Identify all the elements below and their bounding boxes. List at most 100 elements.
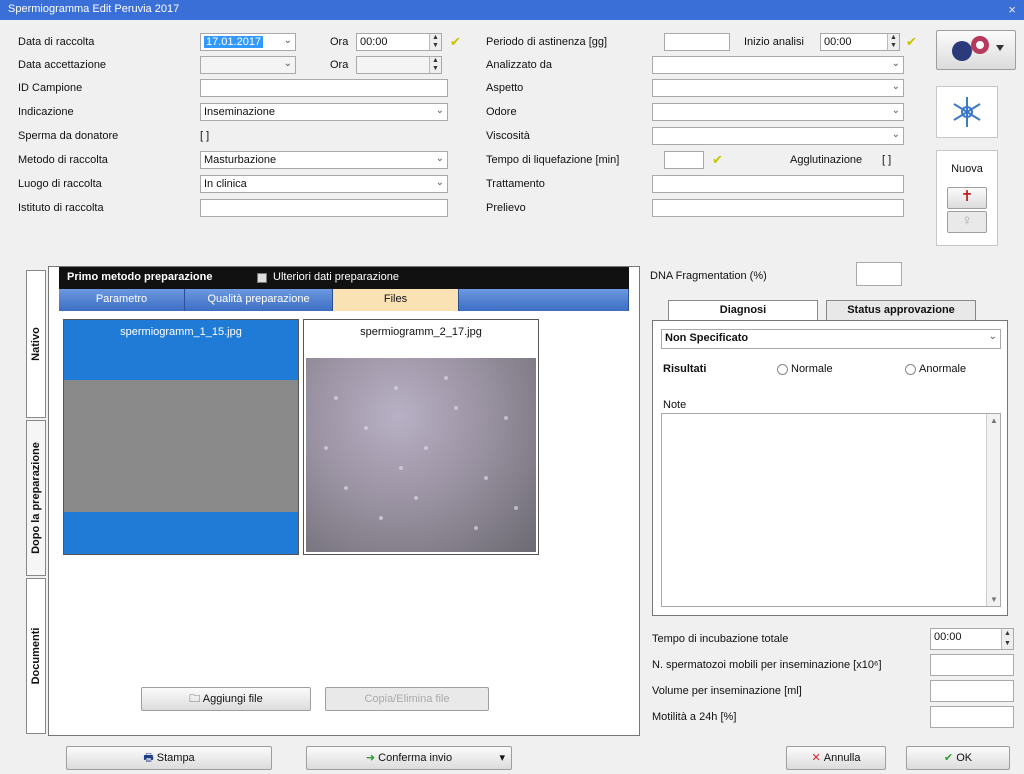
ora-spinner-icon[interactable]: ▲ ▼ [429,57,441,73]
chevron-down-icon[interactable]: ⌄ [892,58,900,69]
close-x-icon: ✕ [811,752,824,764]
tab-nativo[interactable]: Nativo [26,270,46,418]
spermatozoi-mobili-field[interactable] [930,654,1014,676]
tab-dopo-preparazione[interactable]: Dopo la preparazione [26,420,46,576]
tempo-incubazione-field[interactable]: 00:00 ▲ ▼ [930,628,1014,650]
tab-status-approvazione[interactable]: Status approvazione [826,300,976,320]
label-istituto-raccolta: Istituto di raccolta [18,202,104,214]
indicazione-select[interactable]: Inseminazione ⌄ [200,103,448,121]
arrow-right-icon: ➜ [365,752,379,764]
chevron-down-icon[interactable]: ⌄ [436,153,444,164]
scroll-down-icon[interactable]: ▼ [990,595,998,604]
chevron-down-icon[interactable]: ⌄ [892,81,900,92]
scroll-up-icon[interactable]: ▲ [990,416,998,425]
metodo-raccolta-select[interactable]: Masturbazione ⌄ [200,151,448,169]
radio-anormale[interactable]: Anormale [905,363,966,375]
add-file-icon: 🗀 [189,693,203,705]
ora-raccolta-field[interactable]: 00:00 ▲ ▼ [356,33,442,51]
inizio-spinner-icon[interactable]: ▲ ▼ [887,34,899,50]
tab-diagnosi[interactable]: Diagnosi [668,300,818,320]
file-thumbnail[interactable]: spermiogramm_1_15.jpg [63,319,299,555]
data-raccolta-field[interactable]: 17.01.2017 ⌄ [200,33,296,51]
add-male-button[interactable]: ✝ [947,187,987,209]
preparation-panel: Primo metodo preparazione Ulteriori dati… [48,266,640,736]
notes-textarea[interactable]: ▲ ▼ [661,413,1001,607]
tab-files[interactable]: Files [333,289,459,311]
chevron-down-icon[interactable]: ⌄ [989,331,997,342]
sample-image [64,380,298,512]
print-button[interactable]: 🖶 Stampa [66,746,272,770]
data-accettazione-field[interactable]: ⌄ [200,56,296,74]
add-female-button[interactable]: ♀ [947,211,987,233]
ora-spinner-icon[interactable]: ▲ ▼ [429,34,441,50]
tab-qualita[interactable]: Qualità preparazione [185,289,333,311]
confirm-check-icon[interactable]: ✔ [450,34,461,50]
tab-filler [459,289,629,311]
label-id-campione: ID Campione [18,82,83,94]
note-label: Note [663,399,687,411]
label-spermatozoi-mobili: N. spermatozoi mobili per inseminazione … [652,659,882,671]
calendar-dropdown-icon[interactable]: ⌄ [284,58,292,69]
aspetto-select[interactable]: ⌄ [652,79,904,97]
freeze-button[interactable] [936,86,998,138]
user-menu-button[interactable] [936,30,1016,70]
label-data-accettazione: Data accettazione [18,59,107,71]
label-ora-raccolta: Ora [330,36,349,48]
diagnosis-select[interactable]: Non Specificato ⌄ [661,329,1001,349]
ulteriori-dati-label: Ulteriori dati preparazione [273,271,399,283]
commit-button[interactable]: ➜ Conferma invio ▾ [306,746,512,770]
sperma-donatore-checkbox[interactable]: [ ] [200,130,209,142]
inizio-analisi-field[interactable]: 00:00 ▲ ▼ [820,33,900,51]
volume-inseminazione-field[interactable] [930,680,1014,702]
label-motilita-24h: Motilità a 24h [%] [652,711,737,723]
radio-icon [777,363,788,375]
notes-scrollbar[interactable]: ▲ ▼ [986,414,1000,606]
close-button[interactable]: × [1008,2,1016,17]
motilita-24h-field[interactable] [930,706,1014,728]
istituto-raccolta-field[interactable] [200,199,448,217]
copy-file-button[interactable]: Copia/Elimina file [325,687,489,711]
female-icon: ♀ [961,212,973,229]
label-agglutinazione: Agglutinazione [790,154,863,166]
id-campione-field[interactable] [200,79,448,97]
primo-metodo-label: Primo metodo preparazione [67,271,213,283]
radio-normale[interactable]: Normale [777,363,833,375]
tab-documenti[interactable]: Documenti [26,578,46,734]
checkmark-icon: ✔ [943,752,957,764]
luogo-raccolta-select[interactable]: In clinica ⌄ [200,175,448,193]
cancel-button[interactable]: ✕ Annulla [786,746,886,770]
user-group-icon [952,36,1004,61]
astinenza-field[interactable] [664,33,730,51]
file-thumbnail[interactable]: spermiogramm_2_17.jpg [303,319,539,555]
confirm-check-icon[interactable]: ✔ [906,34,917,50]
chevron-down-icon[interactable]: ⌄ [892,129,900,140]
analizzato-da-select[interactable]: ⌄ [652,56,904,74]
incubazione-spinner-icon[interactable]: ▲ ▼ [1001,629,1013,649]
liquefazione-field[interactable] [664,151,704,169]
trattamento-field[interactable] [652,175,904,193]
label-metodo-raccolta: Metodo di raccolta [18,154,108,166]
ulteriori-dati-checkbox[interactable] [257,273,267,283]
chevron-down-icon[interactable]: ▾ [499,747,505,769]
chevron-down-icon[interactable]: ⌄ [436,105,444,116]
window-title-bar: Spermiogramma Edit Peruvia 2017 × [0,0,1024,20]
file-name: spermiogramm_2_17.jpg [360,326,482,338]
label-astinenza: Periodo di astinenza [gg] [486,36,608,48]
tab-parametro[interactable]: Parametro [59,289,185,311]
dna-fragmentation-field[interactable] [856,262,902,286]
ora-accettazione-field[interactable]: ▲ ▼ [356,56,442,74]
viscosita-select[interactable]: ⌄ [652,127,904,145]
preparation-header: Primo metodo preparazione Ulteriori dati… [59,267,629,289]
ok-button[interactable]: ✔ OK [906,746,1010,770]
agglutinazione-checkbox[interactable]: [ ] [882,154,891,166]
chevron-down-icon[interactable]: ⌄ [436,177,444,188]
prelievo-field[interactable] [652,199,904,217]
chevron-down-icon[interactable]: ⌄ [892,105,900,116]
radio-icon [905,363,916,375]
label-prelievo: Prelievo [486,202,526,214]
confirm-check-icon[interactable]: ✔ [712,152,723,168]
odore-select[interactable]: ⌄ [652,103,904,121]
label-indicazione: Indicazione [18,106,74,118]
add-file-button[interactable]: 🗀 Aggiungi file [141,687,311,711]
calendar-dropdown-icon[interactable]: ⌄ [284,35,292,46]
